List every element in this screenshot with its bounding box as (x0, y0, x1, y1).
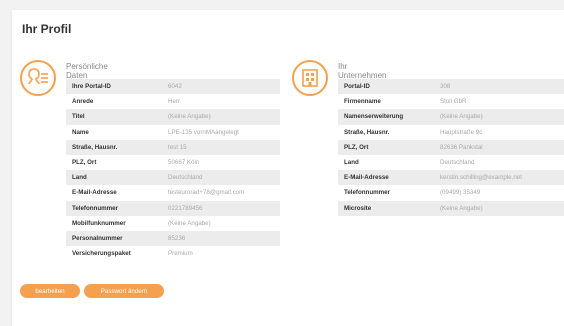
row-value: 82636 Pankstal (440, 143, 483, 151)
table-row: Portal-ID 308 (338, 79, 564, 95)
row-label: Telefonnummer (72, 204, 118, 212)
row-value: (Keine Angabe) (168, 113, 211, 121)
row-label: Ihre Portal-ID (72, 83, 111, 91)
table-row: Telefonnummer (09499) 35349 (338, 185, 564, 200)
row-value: (Keine Angabe) (168, 219, 211, 227)
row-label: Land (72, 174, 87, 182)
row-label: E-Mail-Adresse (344, 174, 389, 182)
table-row: E-Mail-Adresse testeurorad+78@gmail.com (66, 185, 280, 200)
table-row: Straße, Hausnr. Hauptstraße 9c (338, 125, 564, 140)
table-row: Versicherungspaket Premium (66, 246, 280, 261)
row-label: Versicherungspaket (72, 250, 131, 258)
table-row: PLZ, Ort 50667 Köln (66, 155, 280, 170)
table-row: E-Mail-Adresse kerstin.schilling@example.… (338, 170, 564, 186)
row-value: (09499) 35349 (440, 189, 481, 197)
table-row: Name LPE-135 vornMAangelegt (66, 125, 280, 140)
row-value: LPE-135 vornMAangelegt (168, 128, 239, 136)
row-value: 308 (440, 83, 451, 91)
row-label: PLZ, Ort (72, 159, 97, 167)
table-row: Firmenname Stoll GbR (338, 94, 564, 109)
building-icon (292, 60, 328, 96)
row-value: Hauptstraße 9c (440, 128, 483, 136)
edit-button[interactable]: bearbeiten (20, 284, 80, 298)
change-password-button[interactable]: Passwort ändern (84, 284, 164, 298)
page-title: Ihr Profil (22, 22, 72, 36)
row-label: PLZ, Ort (344, 143, 369, 151)
row-value: (Keine Angabe) (440, 204, 483, 212)
table-row: Anrede Herr (66, 94, 280, 109)
row-label: Straße, Hausnr. (72, 143, 118, 151)
row-value: 0221789456 (168, 204, 203, 212)
row-value: Herr (168, 98, 181, 106)
row-label: Straße, Hausnr. (344, 128, 390, 136)
row-value: Deutschland (168, 174, 203, 182)
personal-section-title: Persönliche Daten (66, 62, 108, 80)
table-row: Land Deutschland (66, 170, 280, 186)
row-label: Telefonnummer (344, 189, 390, 197)
row-label: Mobilfunknummer (72, 219, 126, 227)
row-value: (Keine Angabe) (440, 113, 483, 121)
company-table: Portal-ID 308 Firmenname Stoll GbR Namenserw… (338, 79, 564, 216)
row-value: 6042 (168, 83, 182, 91)
table-row: Microsite (Keine Angabe) (338, 200, 564, 216)
row-label: Portal-ID (344, 83, 370, 91)
row-value: 85236 (168, 234, 186, 242)
company-section-title: Ihr Unternehmen (338, 62, 387, 80)
table-row: Titel (Keine Angabe) (66, 109, 280, 125)
row-label: E-Mail-Adresse (72, 189, 117, 197)
row-value: kerstin.schilling@example.net (440, 174, 522, 182)
table-row: Personalnummer 85236 (66, 230, 280, 247)
row-value: Premium (168, 250, 193, 258)
row-label: Microsite (344, 204, 372, 212)
table-row: Namenserweiterung (Keine Angabe) (338, 109, 564, 125)
row-label: Titel (72, 113, 85, 121)
row-value: testeurorad+78@gmail.com (168, 189, 245, 197)
table-row: Straße, Hausnr. test 15 (66, 139, 280, 155)
table-row: Telefonnummer 0221789456 (66, 200, 280, 216)
row-value: 50667 Köln (168, 159, 200, 167)
row-value: Stoll GbR (440, 98, 467, 106)
profile-card: Ihr Profil Persönliche Daten Ihre Portal… (12, 10, 564, 326)
user-info-icon (20, 60, 56, 96)
row-label: Namenserweiterung (344, 113, 404, 121)
row-label: Name (72, 128, 89, 136)
row-value: Deutschland (440, 159, 475, 167)
row-label: Land (344, 159, 359, 167)
table-row: PLZ, Ort 82636 Pankstal (338, 139, 564, 155)
row-value: test 15 (168, 143, 187, 151)
table-row: Mobilfunknummer (Keine Angabe) (66, 216, 280, 231)
table-row: Ihre Portal-ID 6042 (66, 79, 280, 95)
row-label: Anrede (72, 98, 94, 106)
row-label: Firmenname (344, 98, 381, 106)
personal-table: Ihre Portal-ID 6042 Anrede Herr Titel (Keine … (66, 79, 280, 261)
table-row: Land Deutschland (338, 155, 564, 170)
row-label: Personalnummer (72, 234, 123, 242)
